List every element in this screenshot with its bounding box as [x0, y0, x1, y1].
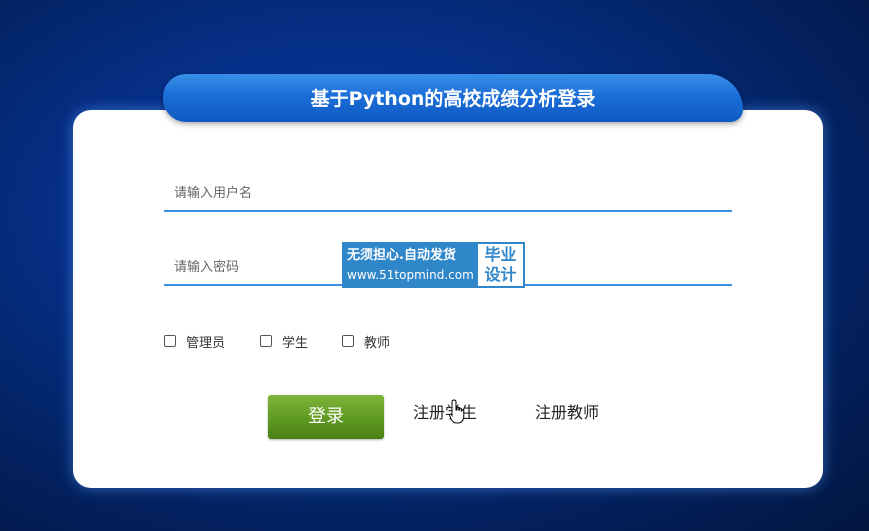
page-title: 基于Python的高校成绩分析登录: [310, 88, 596, 110]
watermark-url: www.51topmind.com: [347, 268, 474, 282]
username-input[interactable]: [164, 176, 732, 212]
register-student-link[interactable]: 注册学生: [413, 403, 477, 423]
title-banner: 基于Python的高校成绩分析登录: [163, 74, 743, 122]
role-admin-option[interactable]: 管理员: [164, 332, 226, 351]
hand-pointer-icon: [449, 399, 467, 429]
login-button[interactable]: 登录: [268, 395, 384, 439]
role-student-label: 学生: [282, 335, 309, 351]
watermark-line1: 无须担心.自动发货: [347, 248, 456, 263]
watermark-badge: 毕业 设计: [476, 242, 525, 288]
watermark-overlay: 无须担心.自动发货 www.51topmind.com 毕业 设计: [342, 242, 525, 288]
role-admin-checkbox[interactable]: [164, 335, 176, 347]
watermark-badge-bottom: 设计: [484, 265, 517, 284]
watermark-text-block: 无须担心.自动发货 www.51topmind.com: [342, 242, 476, 288]
role-student-option[interactable]: 学生: [260, 332, 309, 351]
register-teacher-link[interactable]: 注册教师: [535, 403, 599, 423]
login-card: [73, 110, 823, 488]
role-teacher-option[interactable]: 教师: [342, 332, 391, 351]
role-teacher-checkbox[interactable]: [342, 335, 354, 347]
role-teacher-label: 教师: [364, 335, 391, 351]
role-admin-label: 管理员: [186, 335, 226, 351]
role-student-checkbox[interactable]: [260, 335, 272, 347]
watermark-badge-top: 毕业: [484, 245, 517, 264]
